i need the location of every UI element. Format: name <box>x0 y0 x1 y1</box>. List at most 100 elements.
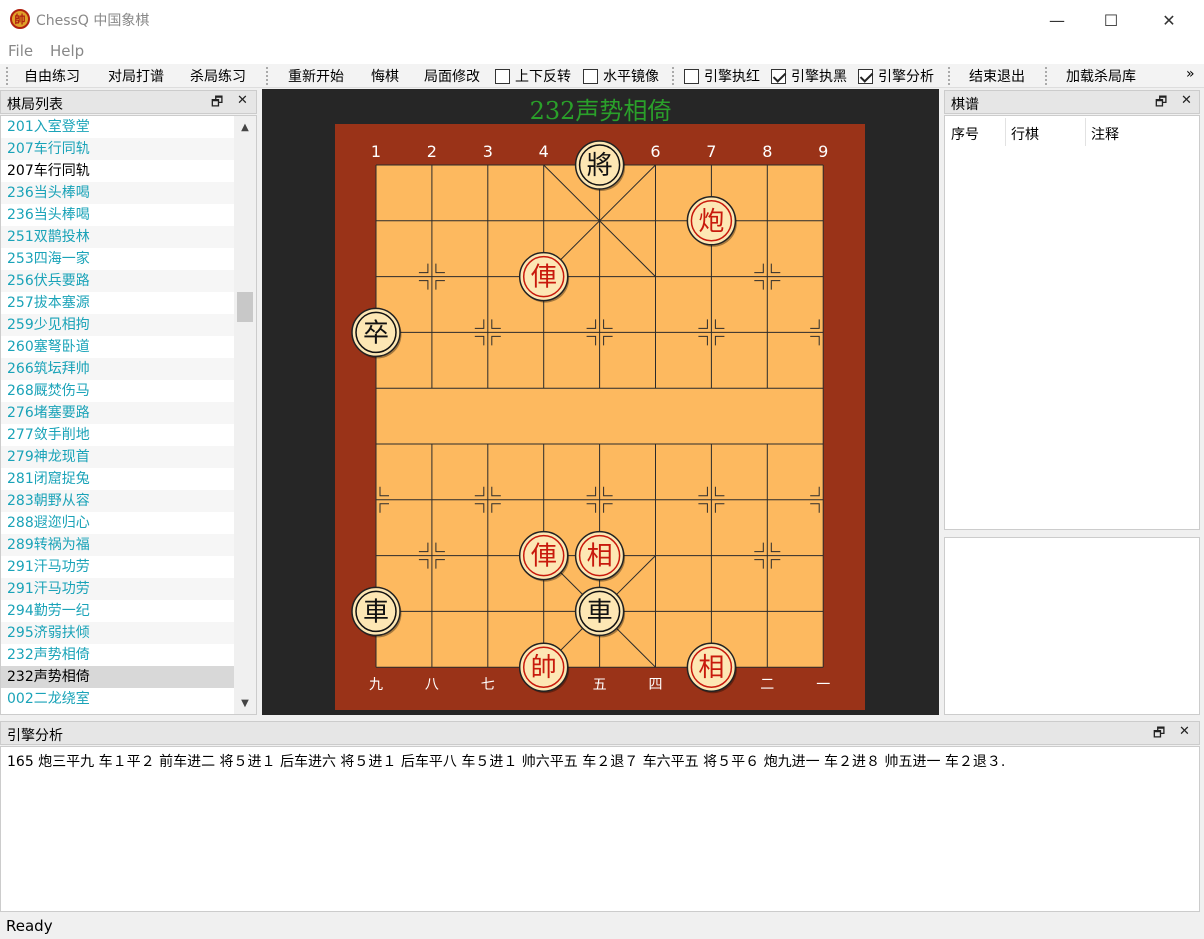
column-header-move[interactable]: 行棋 <box>1011 124 1039 144</box>
maximize-button[interactable]: ☐ <box>1088 0 1134 40</box>
status-text: Ready <box>6 917 53 935</box>
toolbar-overflow-button[interactable]: » <box>1186 66 1195 82</box>
restart-button[interactable]: 重新开始 <box>288 66 344 86</box>
close-icon[interactable]: ✕ <box>1181 93 1192 108</box>
status-bar: Ready <box>0 914 1204 939</box>
menu-bar: File Help <box>0 40 1204 64</box>
toolbar-grip[interactable] <box>6 67 10 85</box>
game-list-item[interactable]: 201入室登堂 <box>1 116 235 138</box>
checkbox-box[interactable] <box>771 69 786 84</box>
load-kill-library-button[interactable]: 加载杀局库 <box>1066 66 1136 86</box>
column-divider <box>1005 118 1006 146</box>
game-list-item[interactable]: 291汗马功劳 <box>1 578 235 600</box>
mirror-horizontal-label: 水平镜像 <box>603 69 659 85</box>
game-list-item[interactable]: 276堵塞要路 <box>1 402 235 424</box>
piece-label: 俥 <box>531 263 557 293</box>
engine-header: 引擎分析 🗗 ✕ <box>0 721 1200 745</box>
game-list-item[interactable]: 251双鹊投林 <box>1 226 235 248</box>
quit-button[interactable]: 结束退出 <box>969 66 1025 86</box>
engine-red-label: 引擎执红 <box>704 69 760 85</box>
game-list-item[interactable]: 288遐迩归心 <box>1 512 235 534</box>
game-list-scrollbar[interactable]: ▲ ▼ <box>234 116 256 714</box>
column-header-index[interactable]: 序号 <box>951 124 979 144</box>
game-list-item[interactable]: 283朝野从容 <box>1 490 235 512</box>
engine-analyze-label: 引擎分析 <box>878 69 934 85</box>
game-list-item[interactable]: 295济弱扶倾 <box>1 622 235 644</box>
comment-box[interactable] <box>944 537 1200 715</box>
window-title: ChessQ 中国象棋 <box>36 13 150 29</box>
column-divider <box>1085 118 1086 146</box>
game-list-item[interactable]: 268厩焚伤马 <box>1 380 235 402</box>
edit-position-button[interactable]: 局面修改 <box>424 66 480 86</box>
game-list-item[interactable]: 232声势相倚 <box>1 644 235 666</box>
game-list-item[interactable]: 277敛手削地 <box>1 424 235 446</box>
mirror-horizontal-checkbox[interactable]: 水平镜像 <box>583 66 659 86</box>
float-icon[interactable]: 🗗 <box>211 93 223 115</box>
engine-title: 引擎分析 <box>7 728 63 744</box>
float-icon[interactable]: 🗗 <box>1155 93 1167 115</box>
checkbox-box[interactable] <box>583 69 598 84</box>
game-list-item[interactable]: 279神龙现首 <box>1 446 235 468</box>
file-label-bottom: 七 <box>481 677 495 693</box>
file-label-top: 7 <box>706 142 716 161</box>
checkbox-box[interactable] <box>858 69 873 84</box>
game-list-item[interactable]: 256伏兵要路 <box>1 270 235 292</box>
game-list-item[interactable]: 207车行同轨 <box>1 138 235 160</box>
game-list-item[interactable]: 259少见相拘 <box>1 314 235 336</box>
scroll-thumb[interactable] <box>237 292 253 322</box>
file-label-bottom: 一 <box>816 677 830 693</box>
engine-black-checkbox[interactable]: 引擎执黑 <box>771 66 847 86</box>
game-list-item[interactable]: 236当头棒喝 <box>1 182 235 204</box>
piece-label: 炮 <box>698 207 724 237</box>
engine-analyze-checkbox[interactable]: 引擎分析 <box>858 66 934 86</box>
engine-output[interactable]: 165 炮三平九 车１平２ 前车进二 将５进１ 后车进六 将５进１ 后车平八 车… <box>0 746 1200 912</box>
game-list-item[interactable]: 002二龙绕室 <box>1 688 235 710</box>
piece-label: 相 <box>698 653 724 683</box>
hit-book-button[interactable]: 对局打谱 <box>108 66 164 86</box>
game-list-header: 棋局列表 🗗 ✕ <box>0 90 257 114</box>
file-label-bottom: 二 <box>760 677 774 693</box>
game-list-item[interactable]: 207车行同轨 <box>1 160 235 182</box>
piece-label: 相 <box>587 542 613 572</box>
checkbox-box[interactable] <box>684 69 699 84</box>
game-list-item[interactable]: 232声势相倚 <box>1 666 235 688</box>
menu-file[interactable]: File <box>8 42 33 60</box>
minimize-button[interactable]: — <box>1034 0 1080 40</box>
menu-help[interactable]: Help <box>50 42 84 60</box>
file-label-bottom: 八 <box>425 677 439 693</box>
game-list-item[interactable]: 266筑坛拜帅 <box>1 358 235 380</box>
game-list-item[interactable]: 291汗马功劳 <box>1 556 235 578</box>
game-list-item[interactable]: 257拔本塞源 <box>1 292 235 314</box>
flip-vertical-checkbox[interactable]: 上下反转 <box>495 66 571 86</box>
game-list-item[interactable]: 289转祸为福 <box>1 534 235 556</box>
close-icon[interactable]: ✕ <box>1179 724 1190 739</box>
undo-button[interactable]: 悔棋 <box>371 66 399 86</box>
file-label-top: 8 <box>762 142 772 161</box>
close-icon[interactable]: ✕ <box>237 93 248 108</box>
float-icon[interactable]: 🗗 <box>1153 724 1165 746</box>
game-list-item[interactable]: 281闭窟捉兔 <box>1 468 235 490</box>
chess-board[interactable]: 123456789九八七六五四三二一將炮俥卒俥相車車帥相 <box>262 89 939 715</box>
free-practice-button[interactable]: 自由练习 <box>24 66 80 86</box>
checkbox-box[interactable] <box>495 69 510 84</box>
game-list-item[interactable]: 236当头棒喝 <box>1 204 235 226</box>
scroll-up-icon[interactable]: ▲ <box>234 116 256 138</box>
game-list-item[interactable]: 294勤劳一纪 <box>1 600 235 622</box>
game-list-item[interactable]: 260塞弩卧道 <box>1 336 235 358</box>
scroll-down-icon[interactable]: ▼ <box>234 692 256 714</box>
file-label-top: 3 <box>483 142 493 161</box>
notation-table: 序号 行棋 注释 <box>944 115 1200 530</box>
engine-red-checkbox[interactable]: 引擎执红 <box>684 66 760 86</box>
toolbar-separator <box>948 67 952 85</box>
game-list-item[interactable]: 253四海一家 <box>1 248 235 270</box>
file-label-bottom: 五 <box>593 677 607 693</box>
piece-label: 車 <box>363 597 389 627</box>
board-area: 232声势相倚 123456789九八七六五四三二一將炮俥卒俥相車車帥相 <box>262 89 939 715</box>
column-header-comment[interactable]: 注释 <box>1091 124 1119 144</box>
title-bar: 帥 ChessQ 中国象棋 — ☐ ✕ <box>0 0 1204 40</box>
file-label-top: 2 <box>427 142 437 161</box>
file-label-top: 9 <box>818 142 828 161</box>
piece-label: 俥 <box>531 542 557 572</box>
kill-practice-button[interactable]: 杀局练习 <box>190 66 246 86</box>
close-button[interactable]: ✕ <box>1146 0 1192 40</box>
